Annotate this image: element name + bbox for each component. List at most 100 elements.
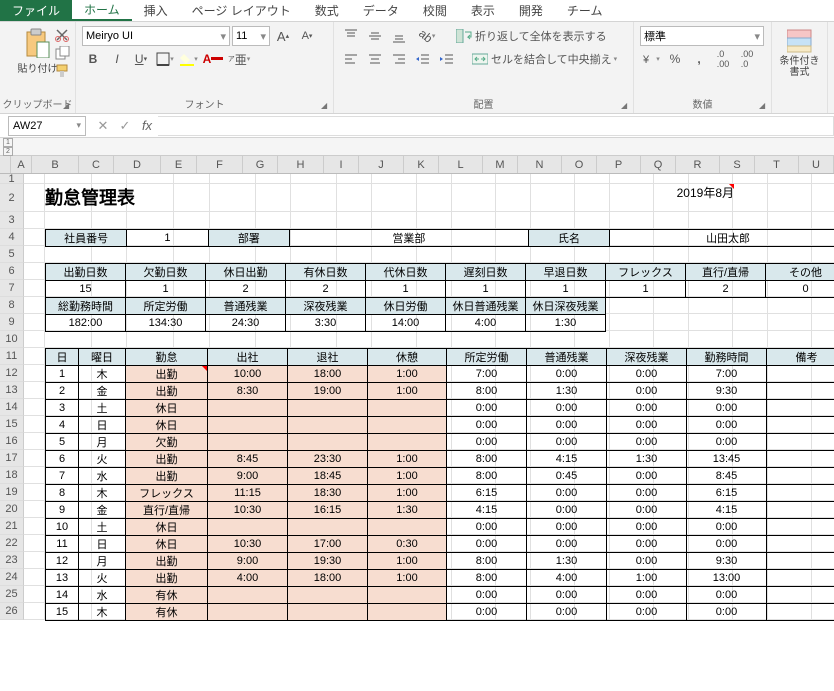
underline-button[interactable]: U▾ — [130, 49, 152, 69]
summary-header[interactable]: 出勤日数 — [46, 264, 126, 281]
summary-value[interactable]: 1 — [446, 281, 526, 298]
detail-cell[interactable]: 0:30 — [368, 536, 447, 553]
detail-cell[interactable]: 5 — [46, 434, 79, 451]
row-header[interactable]: 8 — [0, 297, 24, 314]
summary-header[interactable]: 有休日数 — [286, 264, 366, 281]
detail-cell[interactable]: 1:30 — [527, 553, 607, 570]
col-header[interactable]: F — [197, 156, 243, 173]
detail-cell[interactable] — [767, 587, 834, 604]
detail-cell[interactable]: 1:00 — [368, 468, 447, 485]
row-header[interactable]: 17 — [0, 450, 24, 467]
col-header[interactable]: P — [597, 156, 641, 173]
summary-value[interactable]: 182:00 — [46, 315, 126, 332]
detail-cell[interactable]: 7 — [46, 468, 79, 485]
detail-cell[interactable]: 0:00 — [527, 417, 607, 434]
detail-cell[interactable]: 8:45 — [687, 468, 767, 485]
detail-cell[interactable]: 0:00 — [607, 502, 687, 519]
number-launcher-icon[interactable]: ◢ — [759, 101, 769, 111]
decrease-font-icon[interactable]: A▾ — [296, 26, 318, 46]
col-header[interactable]: Q — [641, 156, 676, 173]
detail-cell[interactable] — [767, 502, 834, 519]
comma-button[interactable]: , — [688, 49, 710, 69]
detail-header[interactable]: 勤務時間 — [687, 349, 767, 366]
summary-header[interactable]: 休日深夜残業 — [526, 298, 606, 315]
wrap-text-button[interactable]: 折り返して全体を表示する — [452, 26, 611, 46]
detail-cell[interactable]: 10:30 — [208, 502, 288, 519]
detail-cell[interactable] — [288, 604, 368, 621]
detail-header[interactable]: 曜日 — [79, 349, 126, 366]
detail-header[interactable]: 備考 — [767, 349, 834, 366]
detail-cell[interactable]: 0:00 — [607, 383, 687, 400]
col-header[interactable]: A — [11, 156, 32, 173]
detail-cell[interactable]: 8 — [46, 485, 79, 502]
detail-cell[interactable]: 1:00 — [368, 553, 447, 570]
percent-button[interactable]: % — [664, 49, 686, 69]
detail-cell[interactable] — [767, 366, 834, 383]
detail-cell[interactable] — [767, 451, 834, 468]
detail-header[interactable]: 出社 — [208, 349, 288, 366]
col-header[interactable]: E — [161, 156, 197, 173]
summary-header[interactable]: 直行/直帰 — [686, 264, 766, 281]
row-header[interactable]: 26 — [0, 603, 24, 620]
col-header[interactable]: C — [79, 156, 114, 173]
ribbon-tab-5[interactable]: 校閲 — [411, 0, 459, 21]
detail-cell[interactable]: 18:30 — [288, 485, 368, 502]
detail-cell[interactable]: 1:30 — [527, 383, 607, 400]
detail-cell[interactable]: 9 — [46, 502, 79, 519]
detail-cell[interactable]: 金 — [79, 502, 126, 519]
align-middle-icon[interactable] — [364, 26, 386, 46]
info-cell[interactable]: 部署 — [208, 230, 289, 247]
summary-header[interactable]: 深夜残業 — [286, 298, 366, 315]
detail-cell[interactable]: 0:00 — [687, 434, 767, 451]
info-cell[interactable]: 1 — [127, 230, 208, 247]
detail-cell[interactable]: 10 — [46, 519, 79, 536]
merge-center-button[interactable]: セルを結合して中央揃え▾ — [468, 49, 621, 69]
copy-icon[interactable] — [55, 46, 71, 60]
detail-cell[interactable]: 0:00 — [447, 536, 527, 553]
detail-cell[interactable]: 0:00 — [527, 434, 607, 451]
detail-cell[interactable]: 0:00 — [607, 519, 687, 536]
detail-cell[interactable] — [288, 434, 368, 451]
summary-header[interactable]: 欠勤日数 — [126, 264, 206, 281]
fx-icon[interactable]: fx — [136, 118, 158, 133]
detail-cell[interactable]: 1:00 — [368, 485, 447, 502]
detail-cell[interactable]: 9:30 — [687, 553, 767, 570]
col-header[interactable]: D — [114, 156, 161, 173]
detail-cell[interactable]: 0:00 — [687, 587, 767, 604]
detail-header[interactable]: 勤怠 — [126, 349, 208, 366]
detail-cell[interactable]: 出勤 — [126, 451, 208, 468]
conditional-format-button[interactable]: 条件付き 書式 — [778, 26, 821, 80]
detail-cell[interactable]: 0:00 — [607, 553, 687, 570]
detail-cell[interactable]: 10:00 — [208, 366, 288, 383]
detail-cell[interactable]: 10:30 — [208, 536, 288, 553]
currency-button[interactable]: ¥▾ — [640, 49, 662, 69]
detail-cell[interactable]: 23:30 — [288, 451, 368, 468]
detail-cell[interactable]: 13:00 — [687, 570, 767, 587]
detail-cell[interactable]: 12 — [46, 553, 79, 570]
detail-cell[interactable]: 0:00 — [527, 604, 607, 621]
detail-cell[interactable]: 11:15 — [208, 485, 288, 502]
row-header[interactable]: 3 — [0, 212, 24, 229]
detail-cell[interactable]: 金 — [79, 383, 126, 400]
detail-cell[interactable]: 18:45 — [288, 468, 368, 485]
formula-bar-input[interactable] — [158, 116, 834, 136]
row-header[interactable]: 9 — [0, 314, 24, 331]
detail-cell[interactable] — [288, 519, 368, 536]
summary-value[interactable]: 1 — [366, 281, 446, 298]
summary-value[interactable]: 0 — [766, 281, 834, 298]
summary-value[interactable]: 2 — [686, 281, 766, 298]
detail-cell[interactable] — [208, 417, 288, 434]
number-format-select[interactable]: 標準▾ — [640, 26, 764, 46]
detail-cell[interactable]: 0:00 — [527, 502, 607, 519]
detail-cell[interactable]: 8:00 — [447, 468, 527, 485]
decrease-indent-icon[interactable] — [412, 49, 434, 69]
detail-cell[interactable] — [208, 604, 288, 621]
detail-cell[interactable]: 11 — [46, 536, 79, 553]
detail-cell[interactable]: 0:00 — [687, 417, 767, 434]
detail-cell[interactable]: 4 — [46, 417, 79, 434]
detail-cell[interactable]: 1:30 — [607, 451, 687, 468]
summary-header[interactable]: 休日出勤 — [206, 264, 286, 281]
detail-cell[interactable]: 1:00 — [368, 383, 447, 400]
detail-cell[interactable]: 0:00 — [607, 417, 687, 434]
detail-cell[interactable]: 0:00 — [527, 366, 607, 383]
